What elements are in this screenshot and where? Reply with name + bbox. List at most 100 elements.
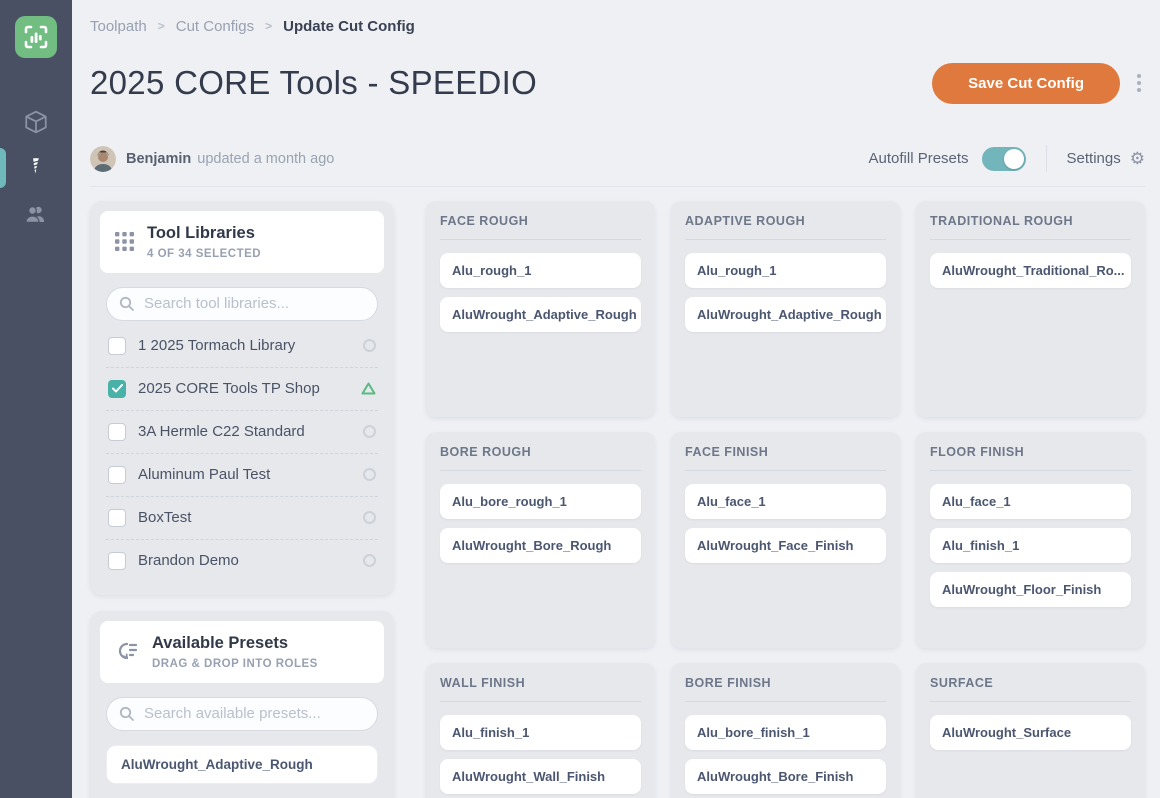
- tool-libraries-search: [106, 287, 378, 321]
- preset-chip[interactable]: Alu_bore_finish_1: [685, 715, 886, 750]
- title-row: 2025 CORE Tools - SPEEDIO Save Cut Confi…: [90, 61, 1145, 105]
- preset-chip[interactable]: AluWrought_Surface: [930, 715, 1131, 750]
- autofill-presets-label: Autofill Presets: [869, 150, 969, 167]
- role-card-traditional-rough: TRADITIONAL ROUGH AluWrought_Traditional…: [916, 201, 1145, 417]
- role-card-bore-rough: BORE ROUGH Alu_bore_rough_1 AluWrought_B…: [426, 432, 655, 648]
- status-circle-icon: [363, 554, 376, 567]
- preset-chip[interactable]: AluWrought_Traditional_Ro...: [930, 253, 1131, 288]
- preset-chip[interactable]: Alu_face_1: [930, 484, 1131, 519]
- breadcrumb-current: Update Cut Config: [283, 18, 415, 35]
- cube-icon: [23, 109, 49, 135]
- library-label: BoxTest: [138, 509, 351, 526]
- vertical-divider: [1046, 145, 1047, 172]
- tool-libraries-search-input[interactable]: [106, 287, 378, 321]
- library-label: Aluminum Paul Test: [138, 466, 351, 483]
- preset-chip[interactable]: Alu_rough_1: [685, 253, 886, 288]
- checkbox-unchecked[interactable]: [108, 423, 126, 441]
- available-presets-title: Available Presets: [152, 634, 318, 654]
- toggle-knob: [1004, 149, 1024, 169]
- grid-icon: [115, 232, 134, 251]
- role-card-face-finish: FACE FINISH Alu_face_1 AluWrought_Face_F…: [671, 432, 900, 648]
- more-options-kebab-icon[interactable]: [1133, 70, 1145, 96]
- role-title: FACE FINISH: [685, 445, 886, 459]
- role-card-floor-finish: FLOOR FINISH Alu_face_1 Alu_finish_1 Alu…: [916, 432, 1145, 648]
- save-cut-config-button[interactable]: Save Cut Config: [932, 63, 1120, 104]
- status-circle-icon: [363, 511, 376, 524]
- users-icon: [23, 202, 49, 226]
- preset-chip[interactable]: Alu_finish_1: [440, 715, 641, 750]
- author-info: Benjamin updated a month ago: [90, 146, 334, 172]
- tool-libraries-title: Tool Libraries: [147, 224, 261, 244]
- library-row[interactable]: Aluminum Paul Test: [106, 453, 378, 496]
- preset-chip[interactable]: AluWrought_Wall_Finish: [440, 759, 641, 794]
- role-title: BORE FINISH: [685, 676, 886, 690]
- role-title: FACE ROUGH: [440, 214, 641, 228]
- library-label: 2025 CORE Tools TP Shop: [138, 380, 349, 397]
- preset-chip[interactable]: AluWrought_Face_Finish: [685, 528, 886, 563]
- role-title: SURFACE: [930, 676, 1131, 690]
- role-title: TRADITIONAL ROUGH: [930, 214, 1131, 228]
- preset-chip[interactable]: AluWrought_Floor_Finish: [930, 572, 1131, 607]
- title-actions: Save Cut Config: [932, 63, 1145, 104]
- preset-chip[interactable]: Alu_bore_rough_1: [440, 484, 641, 519]
- library-row[interactable]: 3A Hermle C22 Standard: [106, 410, 378, 453]
- role-card-face-rough: FACE ROUGH Alu_rough_1 AluWrought_Adapti…: [426, 201, 655, 417]
- settings-button[interactable]: Settings ⚙: [1067, 150, 1145, 167]
- gear-icon: ⚙: [1130, 150, 1145, 167]
- sidebar-nav: [0, 99, 72, 237]
- bar-chart-logo-icon: [23, 24, 49, 50]
- role-card-adaptive-rough: ADAPTIVE ROUGH Alu_rough_1 AluWrought_Ad…: [671, 201, 900, 417]
- library-row[interactable]: 1 2025 Tormach Library: [106, 325, 378, 367]
- check-icon: [112, 384, 123, 393]
- drill-icon: [25, 156, 47, 180]
- available-presets-header: Available Presets DRAG & DROP INTO ROLES: [100, 621, 384, 683]
- checkbox-unchecked[interactable]: [108, 466, 126, 484]
- preset-chip[interactable]: Alu_face_1: [685, 484, 886, 519]
- preset-chip[interactable]: Alu_finish_1: [930, 528, 1131, 563]
- library-label: Brandon Demo: [138, 552, 351, 569]
- meta-actions: Autofill Presets Settings ⚙: [869, 145, 1146, 172]
- chevron-right-icon: >: [158, 19, 165, 33]
- library-label: 3A Hermle C22 Standard: [138, 423, 351, 440]
- preset-chip[interactable]: Alu_rough_1: [440, 253, 641, 288]
- checkbox-unchecked[interactable]: [108, 337, 126, 355]
- role-title: FLOOR FINISH: [930, 445, 1131, 459]
- breadcrumb-cut-configs[interactable]: Cut Configs: [176, 18, 254, 35]
- role-title: WALL FINISH: [440, 676, 641, 690]
- breadcrumb-toolpath[interactable]: Toolpath: [90, 18, 147, 35]
- meta-row: Benjamin updated a month ago Autofill Pr…: [90, 145, 1145, 187]
- status-circle-icon: [363, 468, 376, 481]
- settings-label: Settings: [1067, 150, 1121, 167]
- search-icon: [119, 296, 135, 312]
- status-circle-icon: [363, 339, 376, 352]
- role-title: BORE ROUGH: [440, 445, 641, 459]
- available-preset-chip[interactable]: AluWrought_Adaptive_Rough: [106, 745, 378, 784]
- library-row[interactable]: Brandon Demo: [106, 539, 378, 582]
- library-label: 1 2025 Tormach Library: [138, 337, 351, 354]
- library-row[interactable]: 2025 CORE Tools TP Shop: [106, 367, 378, 410]
- main-content: Toolpath > Cut Configs > Update Cut Conf…: [72, 0, 1160, 798]
- sidebar-item-toolpath[interactable]: [0, 145, 72, 191]
- drag-into-list-icon: [115, 641, 139, 663]
- role-card-surface: SURFACE AluWrought_Surface: [916, 663, 1145, 798]
- role-card-wall-finish: WALL FINISH Alu_finish_1 AluWrought_Wall…: [426, 663, 655, 798]
- preset-chip[interactable]: AluWrought_Adaptive_Rough: [685, 297, 886, 332]
- autofill-presets-toggle[interactable]: [982, 147, 1026, 171]
- checkbox-checked[interactable]: [108, 380, 126, 398]
- preset-chip[interactable]: AluWrought_Bore_Finish: [685, 759, 886, 794]
- left-column: Tool Libraries 4 OF 34 SELECTED 1 2025 T…: [90, 201, 394, 798]
- content: Tool Libraries 4 OF 34 SELECTED 1 2025 T…: [90, 201, 1145, 798]
- tool-libraries-selected-count: 4 OF 34 SELECTED: [147, 248, 261, 260]
- library-row[interactable]: BoxTest: [106, 496, 378, 539]
- checkbox-unchecked[interactable]: [108, 509, 126, 527]
- app-logo[interactable]: [15, 16, 57, 58]
- available-presets-search-input[interactable]: [106, 697, 378, 731]
- available-presets-subtitle: DRAG & DROP INTO ROLES: [152, 658, 318, 670]
- checkbox-unchecked[interactable]: [108, 552, 126, 570]
- available-presets-panel: Available Presets DRAG & DROP INTO ROLES…: [90, 611, 394, 798]
- preset-chip[interactable]: AluWrought_Bore_Rough: [440, 528, 641, 563]
- tool-libraries-panel: Tool Libraries 4 OF 34 SELECTED 1 2025 T…: [90, 201, 394, 595]
- sidebar-item-models[interactable]: [0, 99, 72, 145]
- preset-chip[interactable]: AluWrought_Adaptive_Rough: [440, 297, 641, 332]
- sidebar-item-users[interactable]: [0, 191, 72, 237]
